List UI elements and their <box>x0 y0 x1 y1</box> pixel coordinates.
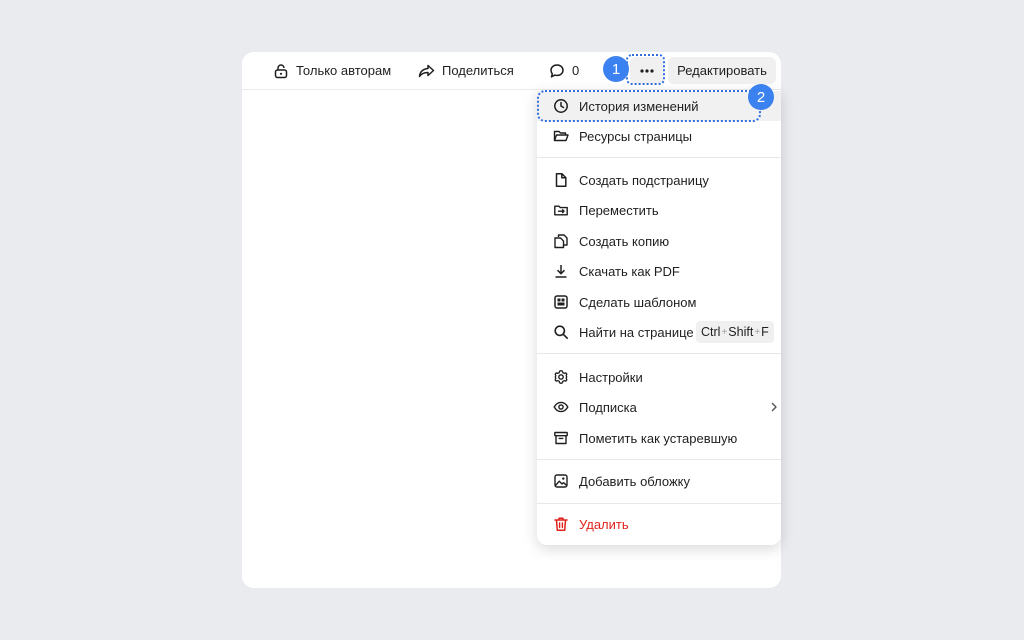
menu-divider <box>537 503 781 504</box>
menu-item-history[interactable]: История изменений <box>537 91 781 121</box>
search-icon <box>554 325 568 339</box>
menu-divider <box>537 353 781 354</box>
menu-item-create-subpage[interactable]: Создать подстраницу <box>537 165 781 195</box>
menu-divider <box>537 157 781 158</box>
menu-item-label: Пометить как устаревшую <box>579 430 738 446</box>
page-toolbar: Только авторам Поделиться 0 Редактироват… <box>242 52 781 90</box>
comments-count: 0 <box>572 63 580 78</box>
download-icon <box>555 265 567 278</box>
gear-icon <box>554 369 568 385</box>
menu-item-label: Скачать как PDF <box>579 263 680 279</box>
menu-item-subscription[interactable]: Подписка <box>537 392 781 422</box>
copy-icon <box>554 234 568 249</box>
comment-icon <box>550 63 564 78</box>
menu-item-delete[interactable]: Удалить <box>537 509 781 539</box>
menu-item-add-cover[interactable]: Добавить обложку <box>537 466 781 496</box>
menu-item-label: Добавить обложку <box>579 473 691 489</box>
share-label: Поделиться <box>442 63 514 78</box>
menu-item-make-template[interactable]: Сделать шаблоном <box>537 287 781 317</box>
template-icon <box>554 295 568 309</box>
step2-badge: 2 <box>748 84 774 110</box>
eye-icon <box>553 401 569 413</box>
menu-divider <box>537 459 781 460</box>
authors-only-label: Только авторам <box>296 63 392 78</box>
menu-item-label: Найти на странице <box>579 324 694 340</box>
menu-item-label: История изменений <box>579 98 699 114</box>
menu-item-download-pdf[interactable]: Скачать как PDF <box>537 256 781 286</box>
share-button[interactable]: Поделиться <box>418 52 514 89</box>
edit-button[interactable]: Редактировать <box>668 57 776 84</box>
folder-open-icon <box>553 130 569 142</box>
trash-icon <box>554 517 568 532</box>
menu-item-label: Переместить <box>579 202 659 218</box>
shortcut-plus: + <box>721 326 728 338</box>
lock-icon <box>274 63 288 78</box>
page-icon <box>555 173 567 187</box>
image-icon <box>554 474 568 488</box>
shortcut-key: Ctrl <box>701 325 721 339</box>
archive-icon <box>554 431 568 445</box>
more-menu: История изменений Ресурсы страницы Созда… <box>537 90 781 545</box>
shortcut-key: Shift <box>728 325 754 339</box>
more-button[interactable] <box>630 57 664 84</box>
authors-only-button[interactable]: Только авторам <box>273 52 391 89</box>
menu-item-settings[interactable]: Настройки <box>537 362 781 392</box>
menu-item-label: Настройки <box>579 369 643 385</box>
menu-item-resources[interactable]: Ресурсы страницы <box>537 121 781 151</box>
menu-item-label: Удалить <box>579 516 629 532</box>
shortcut-plus: + <box>754 326 761 338</box>
chevron-right-icon <box>771 402 777 412</box>
comments-button[interactable]: 0 <box>549 52 579 89</box>
move-icon <box>554 205 568 216</box>
more-horizontal-icon <box>640 68 654 73</box>
menu-item-create-copy[interactable]: Создать копию <box>537 226 781 256</box>
menu-item-label: Создать подстраницу <box>579 172 709 188</box>
clock-icon <box>554 99 568 113</box>
menu-item-label: Создать копию <box>579 233 670 249</box>
menu-item-label: Сделать шаблоном <box>579 294 697 310</box>
share-icon <box>418 64 435 77</box>
step1-badge: 1 <box>603 56 629 82</box>
menu-item-move[interactable]: Переместить <box>537 195 781 225</box>
menu-item-label: Ресурсы страницы <box>579 128 693 144</box>
menu-item-find-on-page[interactable]: Найти на странице Ctrl + Shift + F <box>537 317 781 347</box>
menu-item-label: Подписка <box>579 399 637 415</box>
menu-item-mark-outdated[interactable]: Пометить как устаревшую <box>537 423 781 453</box>
shortcut-badge: Ctrl + Shift + F <box>696 321 774 343</box>
shortcut-key: F <box>761 325 769 339</box>
